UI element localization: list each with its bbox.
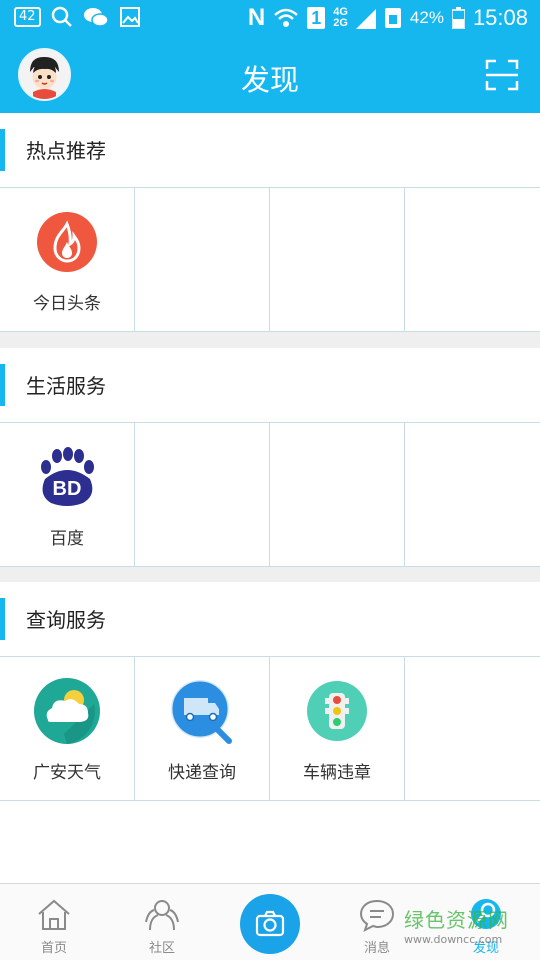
network-bottom: 2G bbox=[333, 17, 348, 29]
watermark-line1: 绿色资源网 bbox=[404, 908, 509, 932]
traffic-light-icon bbox=[307, 681, 367, 741]
section-hot-recommend: 热点推荐 bbox=[0, 113, 540, 187]
grid-item-label: 百度 bbox=[50, 529, 84, 549]
grid-empty-cell bbox=[405, 657, 540, 800]
weather-cloud-icon bbox=[34, 678, 100, 744]
watermark: 绿色资源网 www.downcc.com bbox=[404, 904, 522, 946]
section-title: 查询服务 bbox=[26, 608, 106, 632]
section-accent-bar bbox=[0, 129, 5, 171]
community-icon bbox=[145, 900, 179, 931]
nav-community[interactable]: 社区 bbox=[122, 884, 202, 960]
gallery-icon bbox=[119, 7, 140, 27]
home-icon bbox=[38, 899, 70, 930]
camera-icon bbox=[255, 910, 285, 937]
grid-item-express[interactable]: 快递查询 bbox=[135, 657, 270, 800]
nav-label: 社区 bbox=[148, 941, 175, 956]
top-bar: 42 N 1 4G 2G 42% 15:08 发现 bbox=[0, 0, 540, 113]
grid-empty-cell bbox=[270, 188, 405, 331]
sim-card-icon bbox=[384, 8, 401, 28]
section-title: 生活服务 bbox=[26, 374, 106, 398]
grid-item-label: 今日头条 bbox=[33, 294, 101, 314]
grid-empty-cell bbox=[135, 188, 270, 331]
grid-item-weather[interactable]: 广安天气 bbox=[0, 657, 135, 800]
section-accent-bar bbox=[0, 364, 5, 406]
signal-icon bbox=[355, 9, 376, 29]
section-accent-bar bbox=[0, 598, 5, 640]
wifi-icon bbox=[274, 8, 299, 27]
section-title: 热点推荐 bbox=[26, 139, 106, 163]
grid-item-traffic-violation[interactable]: 车辆违章 bbox=[270, 657, 405, 800]
nav-label: 首页 bbox=[40, 941, 67, 956]
bottom-nav: 首页 社区 消息 发现 绿色资源网 www.downcc.com bbox=[0, 883, 540, 960]
sim-slot: 1 bbox=[307, 7, 326, 29]
grid-item-label: 广安天气 bbox=[33, 763, 101, 783]
hot-recommend-grid: 今日头条 bbox=[0, 187, 540, 332]
nav-home[interactable]: 首页 bbox=[14, 884, 94, 960]
notification-badge: 42 bbox=[14, 7, 41, 27]
fire-icon bbox=[37, 212, 97, 272]
camera-button[interactable] bbox=[240, 894, 300, 954]
battery-icon bbox=[451, 7, 465, 29]
search-icon bbox=[51, 6, 72, 27]
grid-empty-cell bbox=[405, 188, 540, 331]
grid-item-baidu[interactable]: BD 百度 bbox=[0, 423, 135, 566]
section-gap bbox=[0, 567, 540, 583]
watermark-line2: www.downcc.com bbox=[404, 933, 503, 946]
grid-item-toutiao[interactable]: 今日头条 bbox=[0, 188, 135, 331]
nfc-mark: N bbox=[247, 4, 266, 31]
app-header: 发现 bbox=[0, 36, 540, 113]
status-left: 42 bbox=[14, 6, 141, 28]
grid-empty-cell bbox=[405, 423, 540, 566]
section-query-service: 查询服务 bbox=[0, 582, 540, 656]
page-title: 发现 bbox=[240, 63, 299, 97]
grid-empty-cell bbox=[135, 423, 270, 566]
section-gap bbox=[0, 332, 540, 348]
clock: 15:08 bbox=[472, 5, 528, 30]
section-life-service: 生活服务 bbox=[0, 348, 540, 422]
grid-item-label: 快递查询 bbox=[168, 763, 236, 783]
query-service-grid: 广安天气 快递查询 车辆违章 bbox=[0, 656, 540, 801]
grid-item-label: 车辆违章 bbox=[303, 763, 371, 783]
baidu-paw-icon: BD bbox=[41, 447, 94, 506]
status-right: N 1 4G 2G 42% 15:08 bbox=[248, 4, 528, 32]
battery-level: 42% bbox=[409, 8, 444, 27]
message-icon bbox=[359, 899, 395, 932]
network-type: 4G 2G bbox=[333, 7, 348, 29]
scan-frame-icon[interactable] bbox=[485, 59, 519, 91]
wechat-icon bbox=[83, 8, 109, 27]
delivery-truck-icon bbox=[169, 678, 232, 744]
svg-text:BD: BD bbox=[53, 478, 82, 500]
status-bar: 42 N 1 4G 2G 42% 15:08 bbox=[0, 0, 540, 36]
life-service-grid: BD 百度 bbox=[0, 422, 540, 567]
grid-empty-cell bbox=[270, 423, 405, 566]
